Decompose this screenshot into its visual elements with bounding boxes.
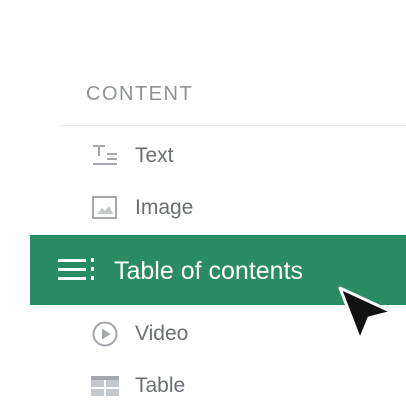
menu-item-video[interactable]: Video bbox=[0, 308, 406, 358]
menu-item-image[interactable]: Image bbox=[0, 182, 406, 232]
menu-item-label: Text bbox=[135, 144, 174, 167]
menu-item-table[interactable]: Table bbox=[0, 360, 406, 406]
text-icon bbox=[91, 142, 119, 170]
video-icon bbox=[91, 320, 119, 348]
section-divider bbox=[60, 125, 406, 126]
section-header: CONTENT bbox=[86, 83, 194, 105]
content-block-menu: CONTENT Text Image Table of contents Vid… bbox=[0, 0, 406, 406]
table-icon bbox=[91, 372, 119, 400]
menu-item-label: Video bbox=[135, 322, 189, 345]
menu-item-label: Image bbox=[135, 196, 194, 219]
menu-item-label: Table of contents bbox=[114, 257, 304, 285]
menu-item-table-of-contents[interactable]: Table of contents bbox=[30, 235, 406, 305]
image-icon bbox=[91, 194, 119, 222]
menu-item-label: Table bbox=[135, 374, 186, 397]
table-of-contents-icon bbox=[56, 255, 98, 285]
menu-item-text[interactable]: Text bbox=[0, 130, 406, 180]
